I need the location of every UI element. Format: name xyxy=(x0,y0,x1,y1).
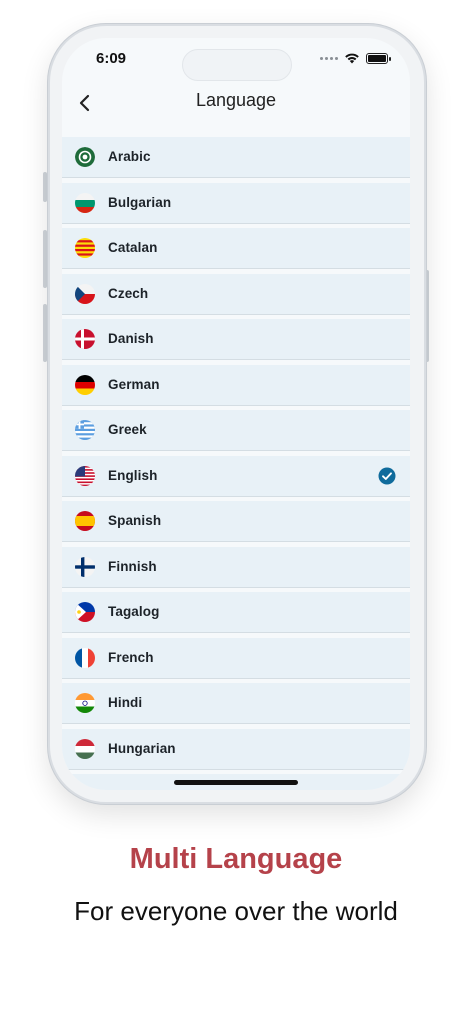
india-flag-icon xyxy=(75,693,95,713)
language-row-arabic[interactable]: Arabic xyxy=(62,137,410,178)
language-row-catalan[interactable]: Catalan xyxy=(62,228,410,269)
language-label: Finnish xyxy=(108,558,157,574)
language-row-tagalog[interactable]: Tagalog xyxy=(62,592,410,633)
czech-flag-icon xyxy=(75,283,95,304)
battery-icon xyxy=(366,52,391,64)
language-list: Arabic Bulgarian Catalan Czech Danish Ge… xyxy=(62,137,410,790)
phone-mute-switch xyxy=(43,172,47,202)
phone-volume-up-button xyxy=(43,230,47,288)
language-label: Bulgarian xyxy=(108,194,172,210)
promo-headline: Multi Language xyxy=(129,843,343,875)
language-row-danish[interactable]: Danish xyxy=(62,319,410,360)
language-row-czech[interactable]: Czech xyxy=(62,273,410,315)
language-label: French xyxy=(108,649,154,665)
phone-screen: 6:09 Language Arabic Bulgarian Catalan C… xyxy=(62,38,410,790)
status-time: 6:09 xyxy=(96,50,127,67)
home-indicator xyxy=(174,780,298,785)
language-row-hungarian[interactable]: Hungarian xyxy=(62,728,410,770)
catalonia-flag-icon xyxy=(75,238,95,258)
germany-flag-icon xyxy=(75,374,95,395)
language-row-finnish[interactable]: Finnish xyxy=(62,546,410,588)
language-label: Hungarian xyxy=(108,740,176,756)
language-label: Arabic xyxy=(108,149,151,164)
spain-flag-icon xyxy=(75,511,95,531)
usa-flag-icon xyxy=(75,465,95,486)
arab-league-flag-icon xyxy=(75,147,95,167)
language-row-greek[interactable]: Greek xyxy=(62,410,410,451)
navigation-bar: Language xyxy=(62,82,410,136)
promo-subline: For everyone over the world xyxy=(74,896,398,926)
language-row-german[interactable]: German xyxy=(62,364,410,406)
language-label: Greek xyxy=(108,422,147,437)
language-label: English xyxy=(108,467,158,483)
phone-volume-down-button xyxy=(43,304,47,362)
page-title: Language xyxy=(195,90,277,110)
language-label: Spanish xyxy=(108,513,162,528)
language-label: Catalan xyxy=(108,240,158,255)
denmark-flag-icon xyxy=(75,329,95,349)
checkmark-selected-icon xyxy=(378,467,396,484)
language-label: Danish xyxy=(108,331,154,346)
language-label: Tagalog xyxy=(108,604,160,619)
language-row-hindi[interactable]: Hindi xyxy=(62,683,410,724)
language-label: German xyxy=(108,376,160,392)
cellular-signal-icon xyxy=(320,56,338,60)
wifi-icon xyxy=(345,53,359,64)
language-row-bulgarian[interactable]: Bulgarian xyxy=(62,182,410,224)
language-row-english[interactable]: English xyxy=(62,455,410,497)
greece-flag-icon xyxy=(75,420,95,440)
language-row-french[interactable]: French xyxy=(62,637,410,679)
dynamic-island xyxy=(182,49,292,81)
france-flag-icon xyxy=(75,647,95,668)
philippines-flag-icon xyxy=(75,602,95,622)
language-row-spanish[interactable]: Spanish xyxy=(62,501,410,542)
bulgaria-flag-icon xyxy=(75,192,95,213)
status-icons xyxy=(320,52,391,64)
language-label: Czech xyxy=(108,285,149,301)
finland-flag-icon xyxy=(75,556,95,577)
language-label: Hindi xyxy=(108,695,143,710)
hungary-flag-icon xyxy=(75,738,95,759)
